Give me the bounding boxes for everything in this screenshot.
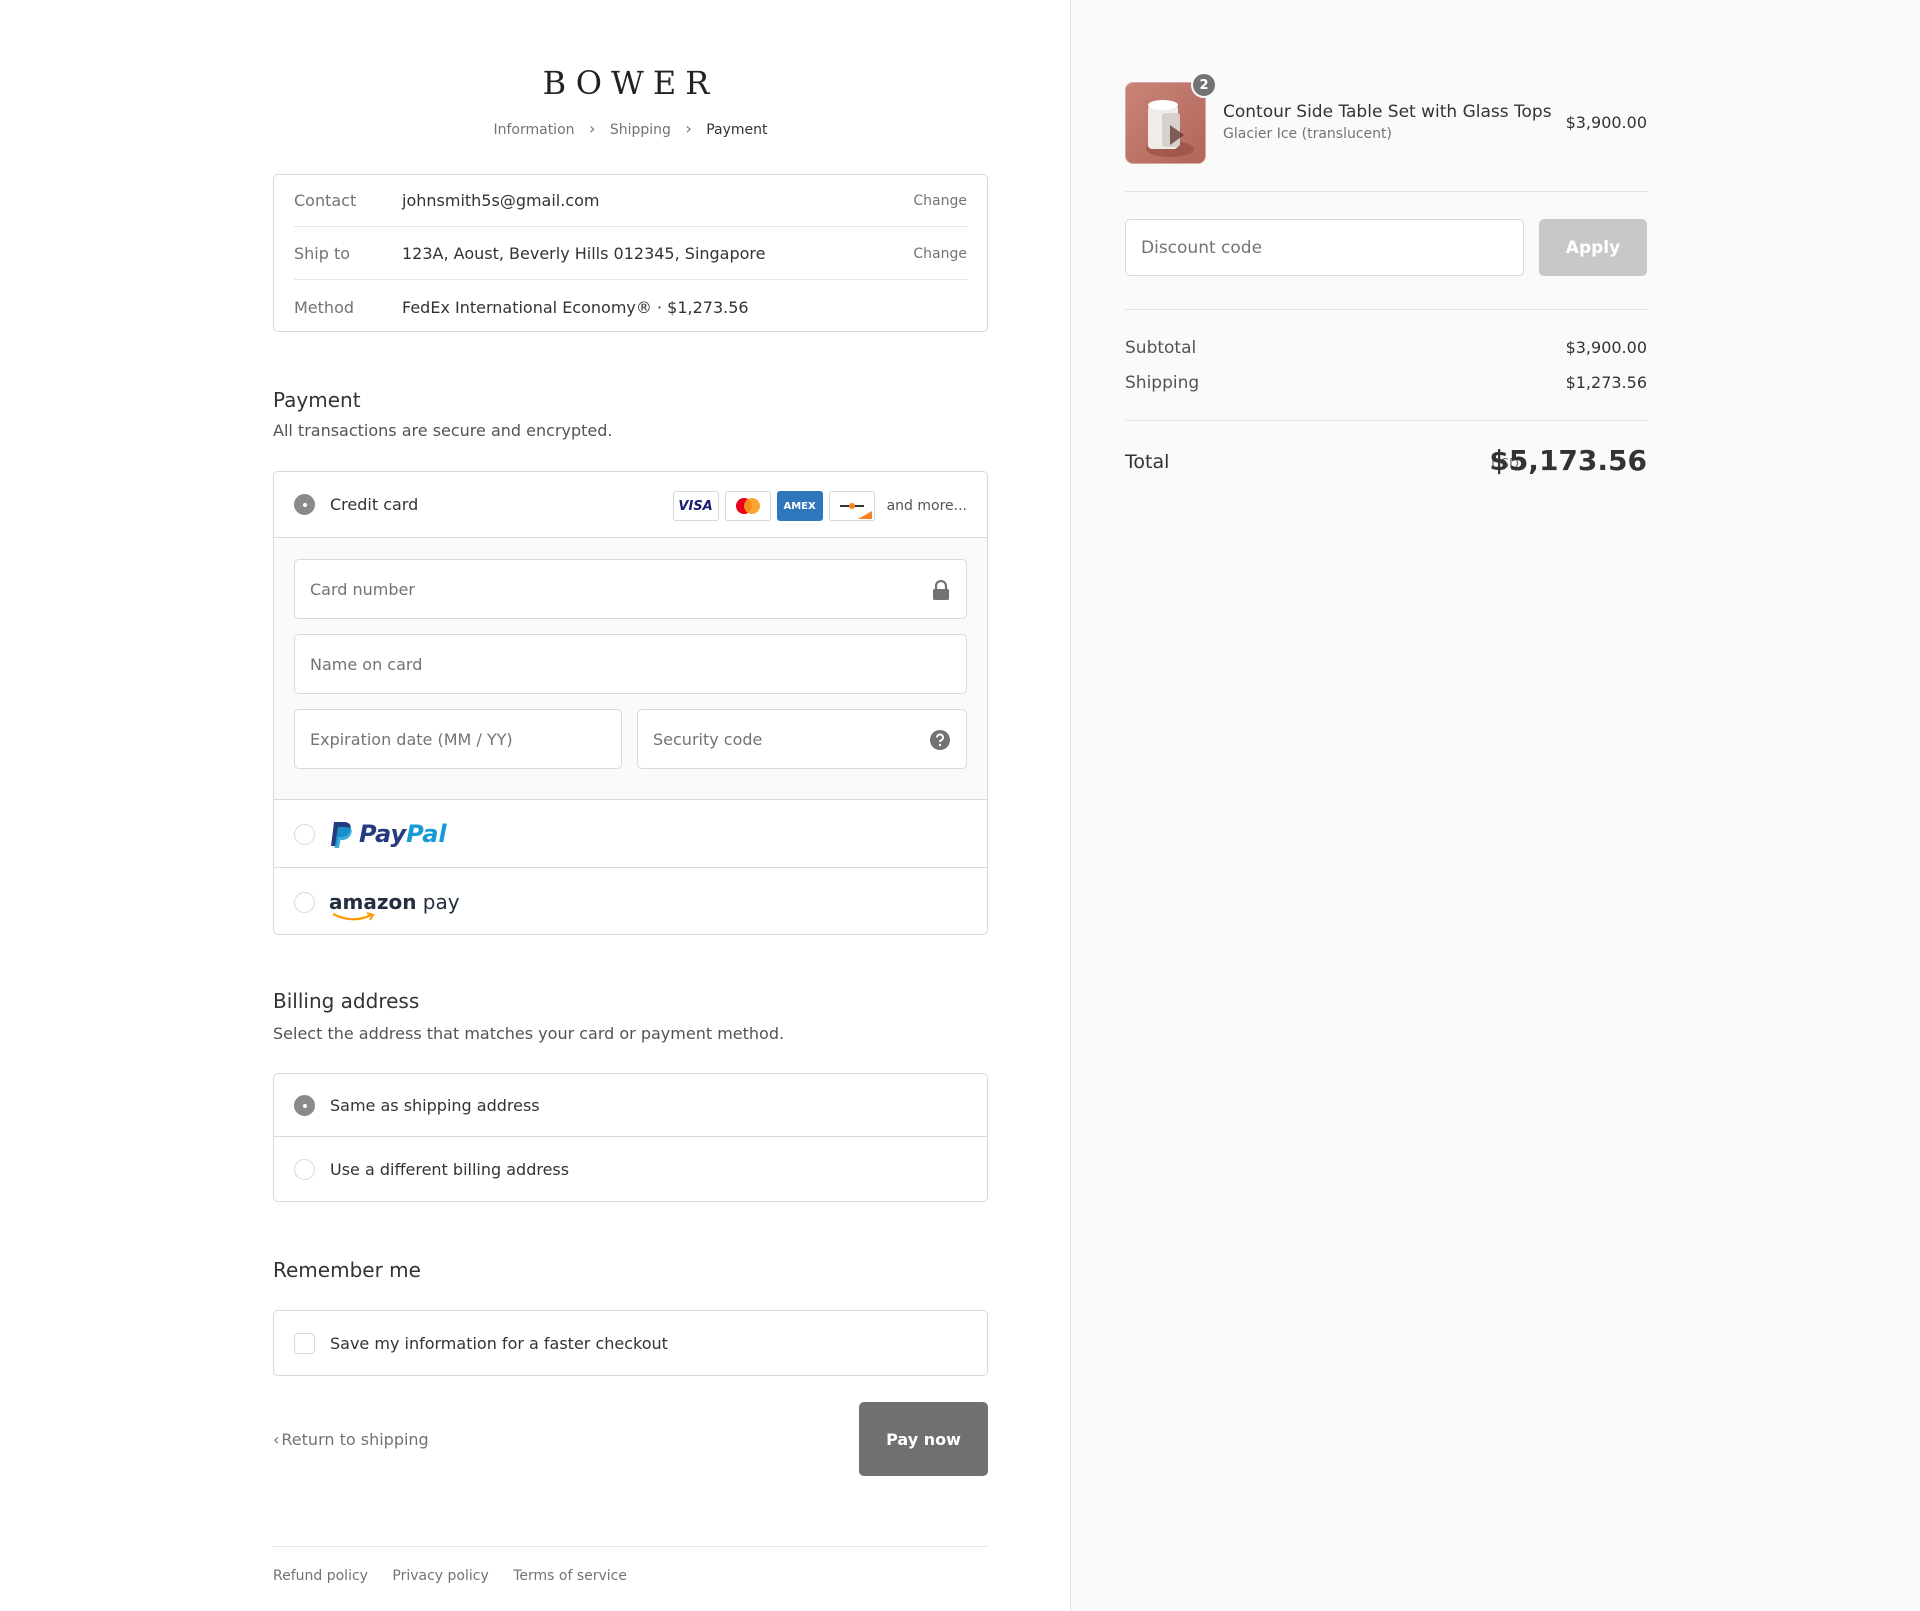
cart-item: 2 Contour Side Table Set with Glass Tops… bbox=[1125, 72, 1647, 164]
card-number-placeholder: Card number bbox=[310, 579, 415, 599]
paypal-logo: PayPal bbox=[329, 820, 447, 848]
return-to-shipping-label: Return to shipping bbox=[281, 1430, 429, 1449]
divider bbox=[1125, 309, 1647, 310]
change-address-link[interactable]: Change bbox=[913, 246, 967, 262]
product-variant: Glacier Ice (translucent) bbox=[1223, 126, 1392, 142]
billing-title: Billing address bbox=[273, 989, 420, 1013]
name-on-card-input[interactable]: Name on card bbox=[294, 634, 967, 694]
shipping-line: Shipping $1,273.56 bbox=[1125, 373, 1647, 393]
security-code-input[interactable]: Security code bbox=[637, 709, 967, 769]
security-code-placeholder: Security code bbox=[653, 729, 763, 749]
product-name: Contour Side Table Set with Glass Tops bbox=[1223, 102, 1552, 122]
apply-discount-button[interactable]: Apply bbox=[1539, 219, 1647, 276]
same-as-shipping-option[interactable]: Same as shipping address bbox=[274, 1074, 987, 1137]
paypal-pay: Pay bbox=[359, 820, 407, 848]
credit-card-radio[interactable] bbox=[294, 494, 315, 515]
review-label: Contact bbox=[294, 191, 357, 210]
chevron-right-icon: › bbox=[685, 119, 692, 138]
store-logo[interactable]: BOWER bbox=[273, 64, 988, 102]
breadcrumb-shipping[interactable]: Shipping bbox=[610, 122, 671, 138]
quantity-badge: 2 bbox=[1191, 72, 1217, 98]
billing-subtitle: Select the address that matches your car… bbox=[273, 1024, 785, 1043]
mastercard-icon bbox=[724, 491, 771, 521]
discount-code-placeholder: Discount code bbox=[1141, 237, 1263, 258]
product-price: $3,900.00 bbox=[1565, 113, 1647, 132]
paypal-pal: Pal bbox=[406, 820, 447, 848]
review-label: Ship to bbox=[294, 244, 351, 263]
review-row-ship-to: Ship to 123A, Aoust, Beverly Hills 01234… bbox=[294, 228, 967, 280]
subtotal-label: Subtotal bbox=[1125, 338, 1197, 358]
amazon-pay-suffix: pay bbox=[416, 890, 460, 914]
card-brand-icons: VISA AMEX and more... bbox=[667, 491, 967, 521]
review-value: FedEx International Economy® · $1,273.56 bbox=[402, 298, 967, 317]
paypal-option[interactable]: PayPal bbox=[274, 801, 987, 868]
divider bbox=[1125, 420, 1647, 421]
credit-card-fields: Card number Name on card Expiration date… bbox=[274, 539, 987, 800]
amazon-pay-option[interactable]: amazon pay bbox=[274, 869, 987, 934]
expiration-placeholder: Expiration date (MM / YY) bbox=[310, 729, 513, 749]
change-contact-link[interactable]: Change bbox=[913, 193, 967, 209]
refund-policy-link[interactable]: Refund policy bbox=[273, 1568, 368, 1584]
shipping-label: Shipping bbox=[1125, 373, 1200, 393]
chevron-left-icon: ‹ bbox=[273, 1430, 280, 1449]
remember-me-checkbox[interactable] bbox=[294, 1332, 315, 1354]
help-icon[interactable] bbox=[930, 730, 950, 754]
remember-me-label: Save my information for a faster checkou… bbox=[330, 1333, 668, 1353]
amex-icon: AMEX bbox=[776, 491, 823, 521]
payment-subtitle: All transactions are secure and encrypte… bbox=[273, 421, 613, 440]
amazon-pay-radio[interactable] bbox=[294, 891, 315, 913]
review-label: Method bbox=[294, 297, 355, 317]
breadcrumb-payment: Payment bbox=[706, 122, 768, 138]
same-as-shipping-label: Same as shipping address bbox=[330, 1095, 540, 1115]
product-thumbnail bbox=[1125, 82, 1206, 164]
different-billing-option[interactable]: Use a different billing address bbox=[274, 1138, 987, 1201]
pay-now-button[interactable]: Pay now bbox=[859, 1402, 988, 1476]
return-to-shipping-link[interactable]: ‹ Return to shipping bbox=[273, 1430, 429, 1449]
footer-links: Refund policy Privacy policy Terms of se… bbox=[273, 1546, 988, 1584]
subtotal-value: $3,900.00 bbox=[1565, 338, 1647, 357]
expiration-input[interactable]: Expiration date (MM / YY) bbox=[294, 709, 622, 769]
shipping-value: $1,273.56 bbox=[1565, 373, 1647, 392]
breadcrumb: Information › Shipping › Payment bbox=[273, 119, 988, 138]
discount-code-input[interactable]: Discount code bbox=[1125, 219, 1524, 276]
credit-card-option[interactable]: Credit card VISA AMEX and more... bbox=[274, 472, 987, 538]
amazon-wordmark: amazon bbox=[329, 890, 417, 914]
divider bbox=[1125, 191, 1647, 192]
review-row-contact: Contact johnsmith5s@gmail.com Change bbox=[294, 175, 967, 227]
payment-title: Payment bbox=[273, 388, 361, 412]
card-number-input[interactable]: Card number bbox=[294, 559, 967, 619]
credit-card-label: Credit card bbox=[330, 495, 419, 514]
paypal-radio[interactable] bbox=[294, 823, 315, 845]
different-billing-radio[interactable] bbox=[294, 1159, 315, 1180]
name-on-card-placeholder: Name on card bbox=[310, 654, 423, 674]
visa-icon: VISA bbox=[672, 491, 719, 521]
remember-me-option[interactable]: Save my information for a faster checkou… bbox=[273, 1310, 988, 1376]
more-cards-label: and more... bbox=[886, 498, 967, 514]
breadcrumb-information[interactable]: Information bbox=[493, 122, 574, 138]
total-value: $5,173.56 bbox=[1489, 444, 1647, 477]
remember-title: Remember me bbox=[273, 1258, 421, 1282]
privacy-policy-link[interactable]: Privacy policy bbox=[392, 1568, 488, 1584]
shipping-method-price: $1,273.56 bbox=[667, 297, 749, 317]
total-label: Total bbox=[1125, 451, 1170, 473]
review-block: Contact johnsmith5s@gmail.com Change Shi… bbox=[273, 174, 988, 332]
discover-icon bbox=[828, 491, 875, 521]
shipping-method-name: FedEx International Economy® · bbox=[402, 297, 668, 317]
amazon-pay-logo: amazon pay bbox=[329, 890, 460, 921]
chevron-right-icon: › bbox=[588, 119, 596, 138]
payment-methods: Credit card VISA AMEX and more... Card n… bbox=[273, 471, 988, 935]
subtotal-line: Subtotal $3,900.00 bbox=[1125, 338, 1647, 358]
review-row-method: Method FedEx International Economy® · $1… bbox=[294, 281, 967, 333]
lock-icon bbox=[932, 579, 950, 604]
review-value: 123A, Aoust, Beverly Hills 012345, Singa… bbox=[402, 244, 766, 263]
different-billing-label: Use a different billing address bbox=[330, 1160, 570, 1179]
same-as-shipping-radio[interactable] bbox=[294, 1094, 315, 1116]
review-value: johnsmith5s@gmail.com bbox=[402, 191, 600, 210]
billing-options: Same as shipping address Use a different… bbox=[273, 1073, 988, 1202]
terms-of-service-link[interactable]: Terms of service bbox=[513, 1568, 627, 1584]
